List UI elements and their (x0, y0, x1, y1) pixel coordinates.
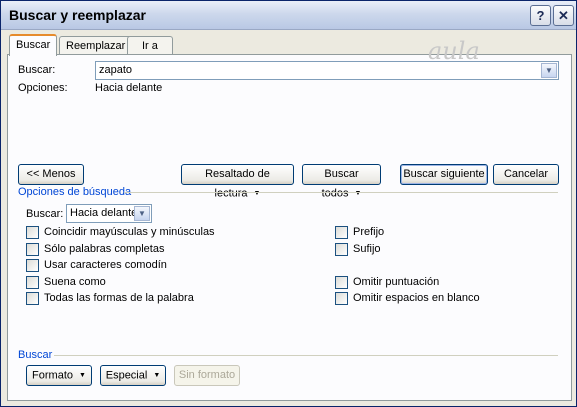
tab-label: Ir a (142, 40, 158, 52)
button-label: << Menos (26, 168, 76, 180)
help-icon: ? (536, 8, 545, 23)
dropdown-arrow-icon: ▼ (153, 372, 161, 379)
tab-ir-a[interactable]: Ir a (127, 36, 173, 55)
button-label: Especial (105, 369, 148, 382)
close-button[interactable]: ✕ (553, 5, 574, 26)
tab-panel: aula Buscar: zapato ▼ Opciones: Hacia de… (7, 37, 572, 401)
checkbox-box[interactable] (335, 226, 348, 239)
close-icon: ✕ (558, 8, 569, 23)
find-all-button[interactable]: Buscar todos ▼ (302, 164, 381, 199)
chevron-down-icon[interactable]: ▼ (541, 63, 557, 78)
checkbox-label: Sólo palabras completas (44, 243, 165, 255)
checkbox-label: Usar caracteres comodín (44, 259, 167, 271)
button-label: Formato (32, 369, 74, 382)
search-input[interactable]: zapato ▼ (95, 61, 559, 80)
checkbox-box[interactable] (335, 276, 348, 289)
group-divider (54, 355, 558, 356)
checkbox-label: Omitir puntuación (353, 276, 440, 288)
help-button[interactable]: ? (530, 5, 551, 26)
button-label: Cancelar (503, 168, 549, 180)
checkbox-label: Coincidir mayúsculas y minúsculas (44, 226, 215, 238)
checkbox-label: Suena como (44, 276, 106, 288)
checkbox-box[interactable] (26, 276, 39, 289)
checkbox-label: Omitir espacios en blanco (353, 292, 480, 304)
direction-select[interactable]: Hacia delante ▼ (66, 204, 152, 223)
find-group-label: Buscar (18, 349, 53, 361)
checkbox-box[interactable] (26, 226, 39, 239)
dialog-client: Buscar Reemplazar Ir a aula Buscar: zapa… (6, 34, 572, 401)
checkbox-box[interactable] (335, 243, 348, 256)
search-label: Buscar: (18, 64, 56, 76)
checkbox-label: Todas las formas de la palabra (44, 292, 194, 304)
checkbox-label: Prefijo (353, 226, 385, 238)
checkbox-box[interactable] (26, 243, 39, 256)
tab-reemplazar[interactable]: Reemplazar (59, 36, 133, 55)
cancel-button[interactable]: Cancelar (493, 164, 559, 185)
tab-buscar[interactable]: Buscar (9, 34, 58, 56)
checkbox-box[interactable] (335, 292, 348, 305)
format-button[interactable]: Formato ▼ (26, 365, 92, 386)
options-label: Opciones: (18, 82, 68, 94)
button-label: Sin formato (178, 369, 236, 381)
no-format-button[interactable]: Sin formato (174, 365, 240, 386)
search-value: zapato (99, 64, 133, 76)
find-replace-dialog: Buscar y reemplazar ? ✕ Buscar Reemplaza… (0, 0, 577, 407)
reading-highlight-button[interactable]: Resaltado de lectura ▼ (181, 164, 294, 199)
button-label: Resaltado de lectura (205, 168, 270, 200)
options-value: Hacia delante (95, 82, 163, 94)
checkbox-box[interactable] (26, 292, 39, 305)
title-bar[interactable]: Buscar y reemplazar ? ✕ (1, 1, 576, 30)
dropdown-arrow-icon: ▼ (79, 372, 86, 379)
button-label: Buscar siguiente (403, 168, 485, 180)
checkbox-box[interactable] (26, 259, 39, 272)
tab-label: Reemplazar (66, 40, 126, 52)
search-options-group-label: Opciones de búsqueda (18, 186, 132, 198)
direction-label: Buscar: (26, 208, 64, 220)
find-next-button[interactable]: Buscar siguiente (400, 164, 488, 185)
tab-label: Buscar (16, 39, 51, 51)
window-title: Buscar y reemplazar (9, 7, 146, 23)
special-button[interactable]: Especial ▼ (100, 365, 166, 386)
group-divider (124, 192, 558, 193)
less-button[interactable]: << Menos (18, 164, 84, 185)
checkbox-label: Sufijo (353, 243, 381, 255)
chevron-down-icon[interactable]: ▼ (134, 206, 150, 221)
direction-value: Hacia delante (70, 207, 138, 219)
